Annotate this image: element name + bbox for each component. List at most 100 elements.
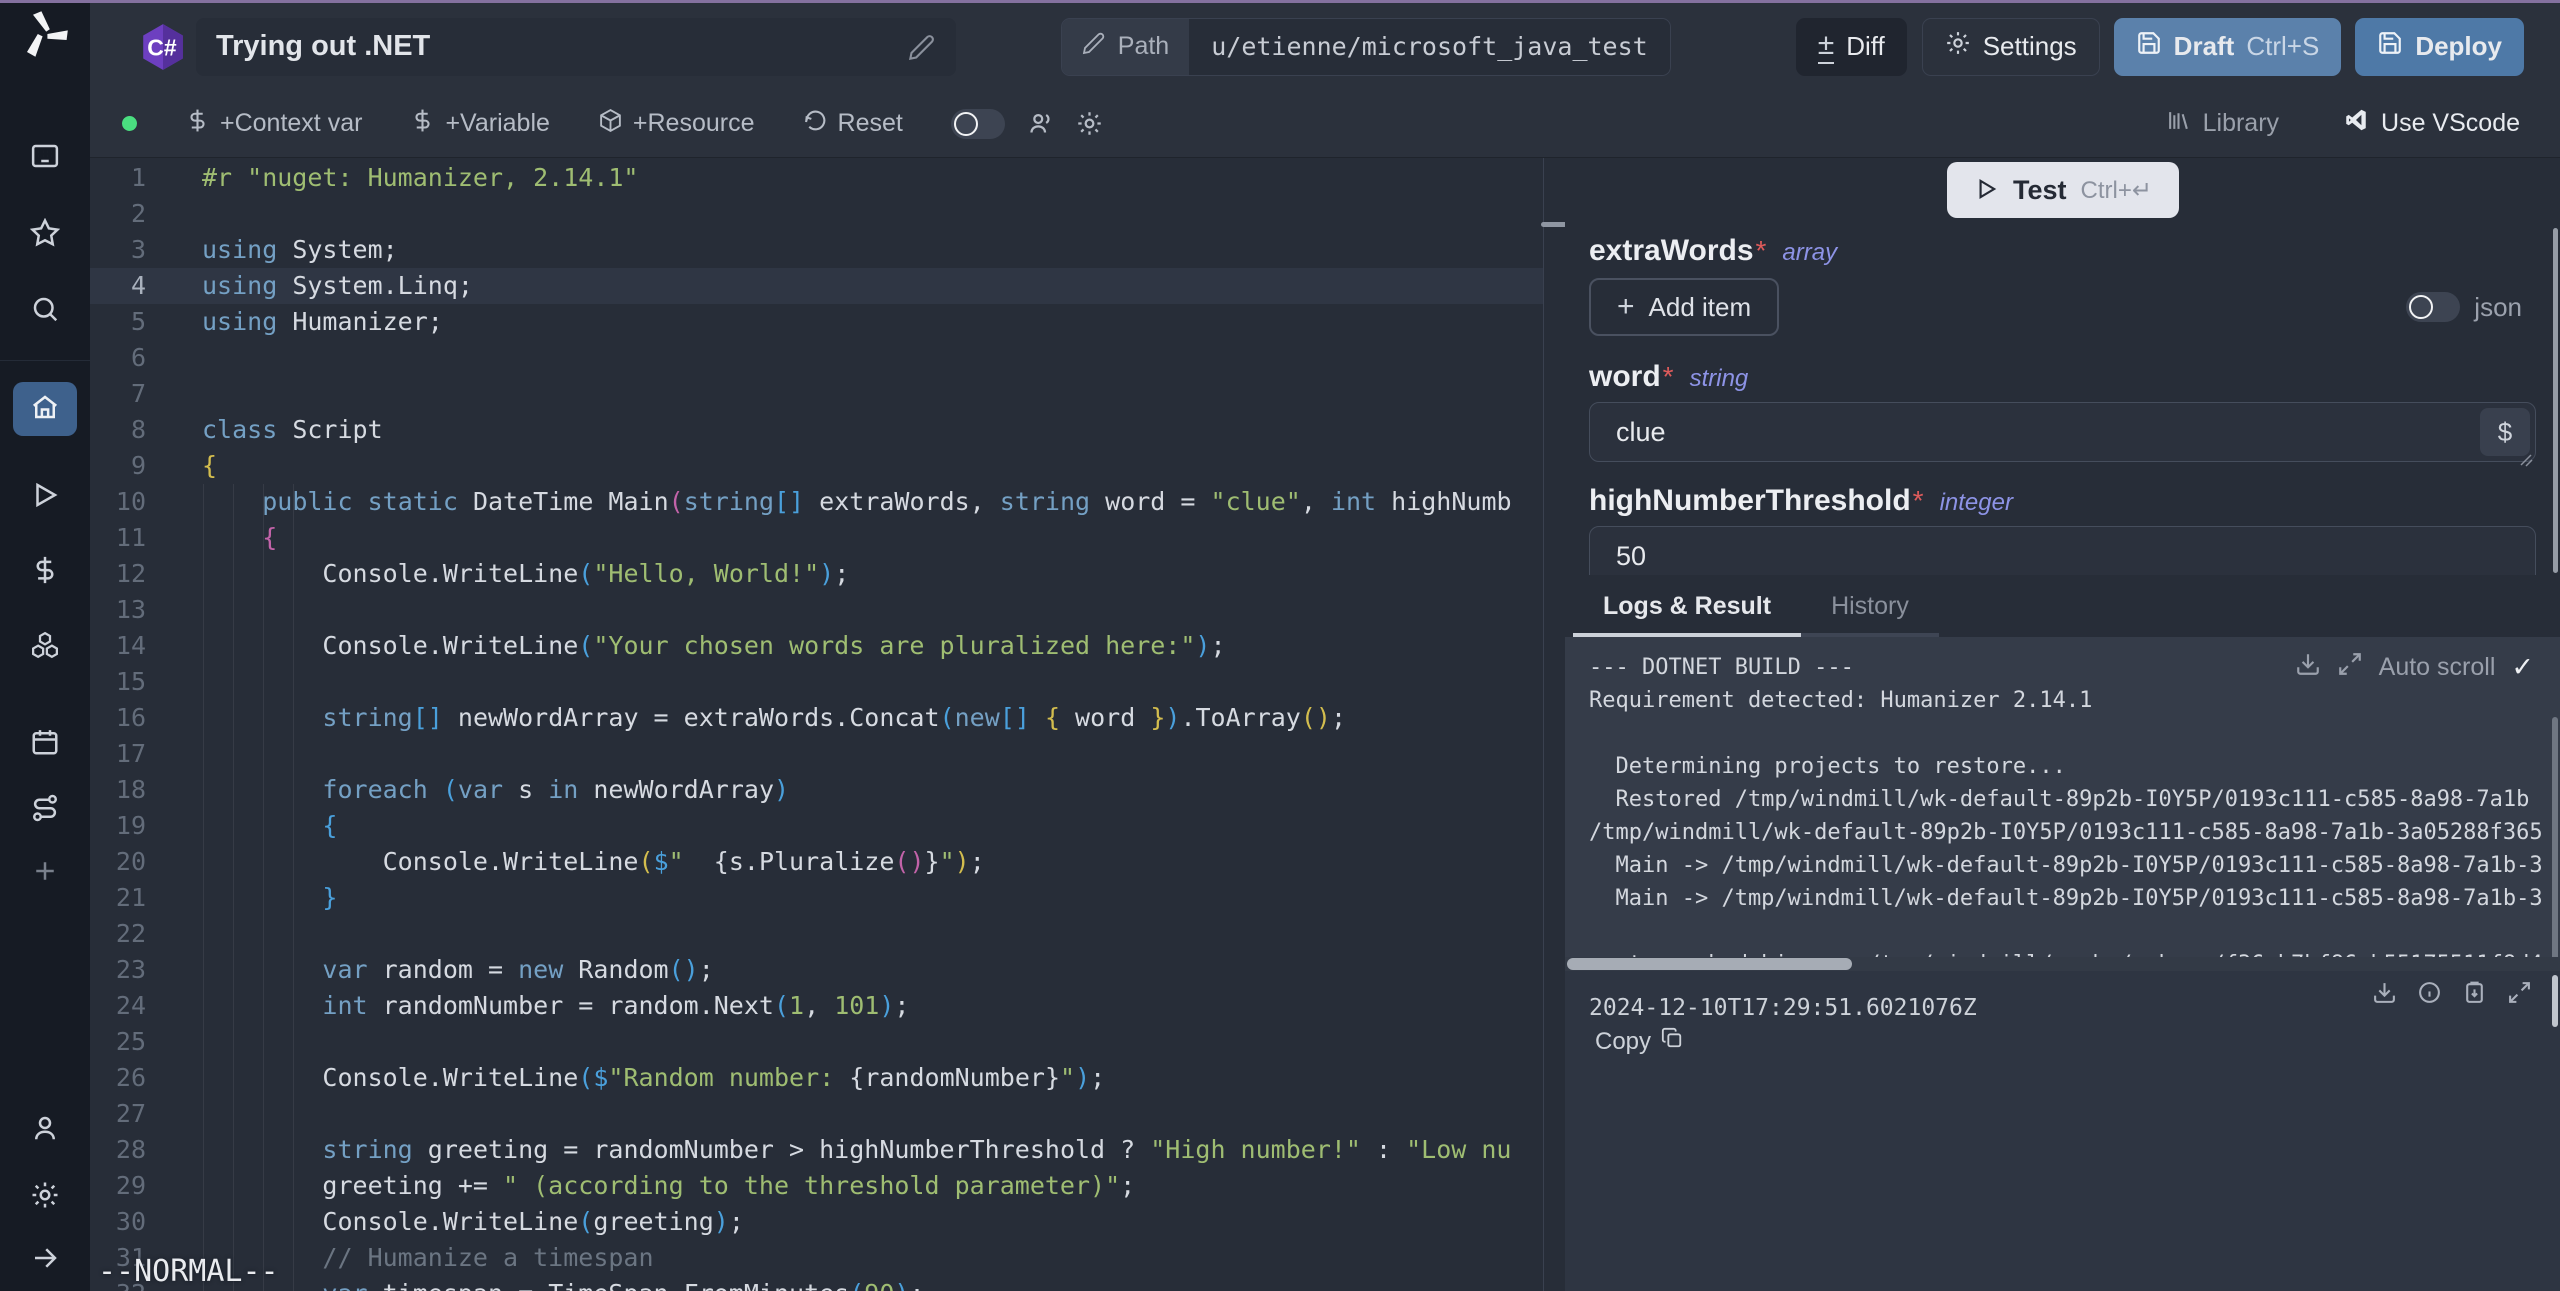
add-variable-button[interactable]: +Variable bbox=[410, 108, 549, 140]
result-scrollbar-thumb[interactable] bbox=[2552, 975, 2558, 1027]
play-icon bbox=[1973, 176, 1999, 205]
use-vscode-button[interactable]: Use VScode bbox=[2343, 107, 2520, 140]
play-icon bbox=[30, 480, 60, 515]
sidebar-item-favorites[interactable] bbox=[0, 213, 90, 257]
result-controls bbox=[2372, 980, 2532, 1010]
script-title-input[interactable]: Trying out .NET bbox=[196, 18, 956, 76]
sidebar-item-settings[interactable] bbox=[0, 1175, 90, 1219]
required-marker: * bbox=[1663, 361, 1674, 393]
form-scrollbar-thumb[interactable] bbox=[2553, 228, 2558, 573]
use-vscode-label: Use VScode bbox=[2381, 109, 2520, 138]
sidebar-item-resources[interactable] bbox=[0, 625, 90, 669]
edit-title-icon[interactable] bbox=[908, 33, 936, 61]
test-button[interactable]: Test Ctrl+↵ bbox=[1947, 162, 2179, 218]
test-panel: Test Ctrl+↵ extraWords * array + Add ite… bbox=[1565, 158, 2560, 1291]
search-icon bbox=[30, 294, 60, 329]
sidebar-item-search[interactable] bbox=[0, 289, 90, 333]
code-line: 6 bbox=[90, 340, 1543, 376]
tab-history[interactable]: History bbox=[1801, 575, 1939, 637]
line-number: 4 bbox=[90, 268, 172, 304]
horizontal-scrollbar-thumb[interactable] bbox=[1567, 958, 1852, 970]
code-line: 22 bbox=[90, 916, 1543, 952]
sidebar-item-home[interactable] bbox=[13, 382, 77, 436]
editor-settings-gear-icon[interactable] bbox=[1076, 110, 1103, 137]
line-number: 27 bbox=[90, 1096, 172, 1132]
add-item-label: Add item bbox=[1649, 292, 1752, 323]
expand-logs-icon[interactable] bbox=[2337, 651, 2363, 684]
line-number: 17 bbox=[90, 736, 172, 772]
arg-highnumberthreshold-label: highNumberThreshold * integer bbox=[1589, 484, 2536, 516]
draft-shortcut: Ctrl+S bbox=[2246, 31, 2319, 62]
draft-label: Draft bbox=[2174, 31, 2235, 62]
log-output: --- DOTNET BUILD --- Requirement detecte… bbox=[1565, 637, 2560, 957]
code-line: 18 foreach (var s in newWordArray) bbox=[90, 772, 1543, 808]
logs-panel[interactable]: --- DOTNET BUILD --- Requirement detecte… bbox=[1565, 637, 2560, 957]
clipboard-icon bbox=[1661, 1027, 1683, 1056]
result-section: 2024-12-10T17:29:51.6021076Z Copy bbox=[1565, 971, 2560, 1291]
resize-handle-icon[interactable] bbox=[2517, 443, 2533, 459]
logs-scrollbar-thumb[interactable] bbox=[2552, 717, 2558, 957]
draft-button[interactable]: Draft Ctrl+S bbox=[2114, 18, 2342, 76]
path-field[interactable]: Path u/etienne/microsoft_java_test bbox=[1061, 18, 1671, 76]
autoscroll-label[interactable]: Auto scroll bbox=[2379, 653, 2496, 682]
panel-splitter[interactable] bbox=[1543, 158, 1565, 1291]
diff-button[interactable]: ± Diff bbox=[1796, 18, 1907, 76]
windmill-logo[interactable] bbox=[21, 10, 69, 58]
add-item-button[interactable]: + Add item bbox=[1589, 278, 1779, 336]
add-resource-button[interactable]: +Resource bbox=[598, 108, 755, 140]
top-accent-strip bbox=[0, 0, 2560, 3]
dollar-icon bbox=[410, 108, 435, 140]
code-line: 16 string[] newWordArray = extraWords.Co… bbox=[90, 700, 1543, 736]
sidebar-item-schedules[interactable] bbox=[0, 722, 90, 766]
tab-logs-result[interactable]: Logs & Result bbox=[1573, 575, 1801, 637]
deploy-button[interactable]: Deploy bbox=[2355, 18, 2524, 76]
add-context-var-button[interactable]: +Context var bbox=[185, 108, 362, 140]
line-number: 30 bbox=[90, 1204, 172, 1240]
copy-button[interactable]: Copy bbox=[1595, 1027, 1683, 1056]
line-number: 19 bbox=[90, 808, 172, 844]
svg-text:C#: C# bbox=[147, 34, 177, 60]
toggle-knob bbox=[954, 112, 978, 136]
copy-result-icon[interactable] bbox=[2462, 980, 2487, 1010]
sidebar-item-apps[interactable] bbox=[0, 136, 90, 180]
download-logs-icon[interactable] bbox=[2295, 651, 2321, 684]
sidebar bbox=[0, 0, 90, 1291]
word-input[interactable]: clue $ bbox=[1589, 402, 2536, 462]
apps-icon bbox=[30, 141, 60, 176]
code-line: 31 // Humanize a timespan bbox=[90, 1240, 1543, 1276]
highnumberthreshold-input[interactable]: 50 bbox=[1589, 526, 2536, 575]
reset-button[interactable]: Reset bbox=[803, 108, 903, 140]
line-number: 24 bbox=[90, 988, 172, 1024]
sidebar-item-variables[interactable] bbox=[0, 550, 90, 594]
add-context-var-label: +Context var bbox=[220, 109, 362, 138]
json-toggle[interactable] bbox=[2406, 292, 2460, 322]
sidebar-item-flows[interactable] bbox=[0, 788, 90, 832]
info-icon[interactable] bbox=[2417, 980, 2442, 1010]
download-result-icon[interactable] bbox=[2372, 980, 2397, 1010]
home-icon bbox=[30, 392, 60, 427]
splitter-drag-handle[interactable] bbox=[1541, 222, 1567, 227]
sidebar-item-expand[interactable] bbox=[0, 1238, 90, 1282]
library-button[interactable]: Library bbox=[2166, 108, 2279, 140]
sidebar-item-account[interactable] bbox=[0, 1108, 90, 1152]
line-number: 16 bbox=[90, 700, 172, 736]
code-editor[interactable]: 1#r "nuget: Humanizer, 2.14.1"23using Sy… bbox=[90, 158, 1543, 1291]
arg-type: integer bbox=[1940, 489, 2013, 517]
sidebar-item-runs[interactable] bbox=[0, 475, 90, 519]
collaborators-icon[interactable] bbox=[1027, 110, 1054, 137]
line-number: 10 bbox=[90, 484, 172, 520]
code-line: 12 Console.WriteLine("Hello, World!"); bbox=[90, 556, 1543, 592]
sidebar-item-create[interactable] bbox=[0, 851, 90, 895]
code-line: 1#r "nuget: Humanizer, 2.14.1" bbox=[90, 160, 1543, 196]
line-number: 9 bbox=[90, 448, 172, 484]
logs-horizontal-scrollbar[interactable] bbox=[1565, 957, 2560, 971]
diff-icon: ± bbox=[1818, 30, 1834, 64]
code-line: 7 bbox=[90, 376, 1543, 412]
line-number: 1 bbox=[90, 160, 172, 196]
settings-button[interactable]: Settings bbox=[1922, 18, 2100, 76]
arg-word-label: word * string bbox=[1589, 360, 2536, 392]
route-icon bbox=[30, 793, 60, 828]
autoscroll-checkbox[interactable]: ✓ bbox=[2511, 652, 2534, 683]
mode-toggle[interactable] bbox=[951, 109, 1005, 139]
expand-result-icon[interactable] bbox=[2507, 980, 2532, 1010]
